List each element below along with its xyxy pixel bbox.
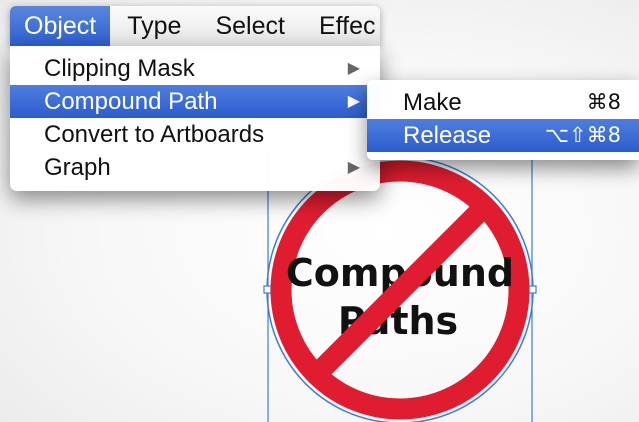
submenu-item-label: Make — [403, 89, 462, 116]
menu-item-graph[interactable]: Graph ▶ — [10, 151, 380, 184]
menu-item-label: Clipping Mask — [44, 55, 195, 82]
menu-bar: Object Type Select Effec — [10, 6, 380, 46]
illustrator-canvas[interactable]: Compound Paths Object Type Select Effec … — [0, 0, 639, 422]
menu-item-compound-path[interactable]: Compound Path ▶ — [10, 85, 380, 118]
menu-item-label: Compound Path — [44, 88, 218, 115]
menu-select[interactable]: Select — [198, 6, 301, 46]
menu-item-convert-to-artboards[interactable]: Convert to Artboards — [10, 118, 380, 151]
menu-effect[interactable]: Effec — [302, 6, 380, 46]
menu-item-label: Graph — [44, 154, 111, 181]
menu-item-clipping-mask[interactable]: Clipping Mask ▶ — [10, 52, 380, 85]
anchor-point-right[interactable] — [528, 285, 537, 294]
keyboard-shortcut: ⌥⇧⌘8 — [544, 123, 621, 147]
object-menu-dropdown: Clipping Mask ▶ Compound Path ▶ Convert … — [10, 46, 380, 191]
keyboard-shortcut: ⌘8 — [586, 90, 621, 114]
triangle-right-icon: ▶ — [347, 60, 360, 77]
menu-object[interactable]: Object — [10, 6, 111, 46]
submenu-item-release[interactable]: Release ⌥⇧⌘8 — [367, 119, 639, 152]
triangle-right-icon: ▶ — [347, 159, 360, 176]
submenu-item-make[interactable]: Make ⌘8 — [367, 86, 639, 119]
triangle-right-icon: ▶ — [347, 93, 360, 110]
menu-type[interactable]: Type — [110, 6, 198, 46]
menu-item-label: Convert to Artboards — [44, 121, 265, 148]
anchor-point-left[interactable] — [263, 285, 272, 294]
submenu-item-label: Release — [403, 122, 492, 149]
compound-path-submenu: Make ⌘8 Release ⌥⇧⌘8 — [367, 80, 639, 160]
